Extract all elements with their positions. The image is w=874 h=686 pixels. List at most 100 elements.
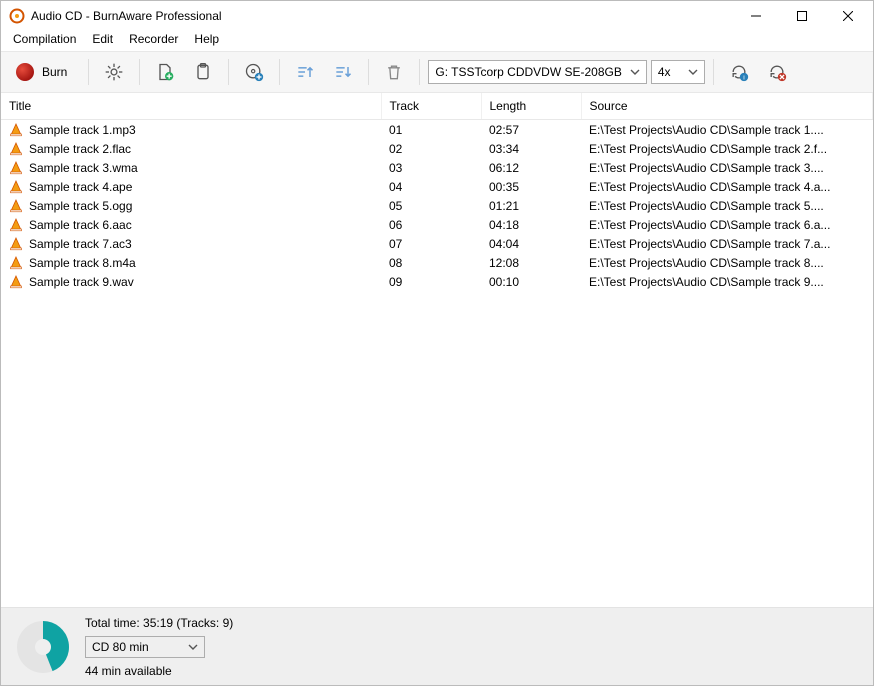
- table-row[interactable]: Sample track 6.aac 0604:18E:\Test Project…: [1, 215, 873, 234]
- track-number: 03: [381, 158, 481, 177]
- table-row[interactable]: Sample track 4.ape 0400:35E:\Test Project…: [1, 177, 873, 196]
- track-title: Sample track 4.ape: [29, 180, 132, 194]
- sort-down-icon: [333, 62, 353, 82]
- menu-compilation[interactable]: Compilation: [5, 30, 84, 48]
- audio-file-icon: [9, 123, 23, 137]
- audio-file-icon: [9, 275, 23, 289]
- track-length: 00:35: [481, 177, 581, 196]
- status-footer: Total time: 35:19 (Tracks: 9) CD 80 min …: [1, 607, 873, 685]
- chevron-down-icon: [188, 642, 198, 652]
- track-number: 04: [381, 177, 481, 196]
- track-source: E:\Test Projects\Audio CD\Sample track 3…: [581, 158, 873, 177]
- track-title: Sample track 3.wma: [29, 161, 138, 175]
- burn-label: Burn: [42, 65, 67, 79]
- media-label: CD 80 min: [92, 640, 149, 654]
- audio-file-icon: [9, 142, 23, 156]
- gear-icon: [104, 62, 124, 82]
- track-number: 09: [381, 272, 481, 291]
- track-length: 02:57: [481, 120, 581, 140]
- burn-icon: [16, 63, 34, 81]
- col-title[interactable]: Title: [1, 93, 381, 120]
- media-select[interactable]: CD 80 min: [85, 636, 205, 658]
- table-row[interactable]: Sample track 5.ogg 0501:21E:\Test Project…: [1, 196, 873, 215]
- track-number: 05: [381, 196, 481, 215]
- track-number: 06: [381, 215, 481, 234]
- track-number: 02: [381, 139, 481, 158]
- track-number: 08: [381, 253, 481, 272]
- paste-button[interactable]: [186, 57, 220, 87]
- table-row[interactable]: Sample track 9.wav0900:10E:\Test Project…: [1, 272, 873, 291]
- refresh-info-icon: i: [729, 62, 749, 82]
- total-time-label: Total time: 35:19 (Tracks: 9): [85, 616, 233, 630]
- track-source: E:\Test Projects\Audio CD\Sample track 9…: [581, 272, 873, 291]
- table-row[interactable]: Sample track 8.m4a 0812:08E:\Test Project…: [1, 253, 873, 272]
- audio-file-icon: [9, 256, 23, 270]
- table-row[interactable]: Sample track 1.mp30102:57E:\Test Project…: [1, 120, 873, 140]
- track-length: 03:34: [481, 139, 581, 158]
- track-title: Sample track 6.aac: [29, 218, 132, 232]
- table-header-row: Title Track Length Source: [1, 93, 873, 120]
- track-length: 04:04: [481, 234, 581, 253]
- window-title: Audio CD - BurnAware Professional: [31, 9, 222, 23]
- track-title: Sample track 7.ac3: [29, 237, 132, 251]
- menu-help[interactable]: Help: [186, 30, 227, 48]
- toolbar: Burn G: TSSTcorp CDDVDW SE-208GB: [1, 51, 873, 93]
- col-length[interactable]: Length: [481, 93, 581, 120]
- audio-file-icon: [9, 180, 23, 194]
- track-source: E:\Test Projects\Audio CD\Sample track 5…: [581, 196, 873, 215]
- menu-edit[interactable]: Edit: [84, 30, 121, 48]
- track-length: 06:12: [481, 158, 581, 177]
- trash-icon: [384, 62, 404, 82]
- disc-plus-icon: [244, 62, 264, 82]
- table-row[interactable]: Sample track 2.flac 0203:34E:\Test Projec…: [1, 139, 873, 158]
- refresh-drive-button[interactable]: i: [722, 57, 756, 87]
- track-length: 04:18: [481, 215, 581, 234]
- track-title: Sample track 5.ogg: [29, 199, 132, 213]
- col-source[interactable]: Source: [581, 93, 873, 120]
- app-icon: [9, 8, 25, 24]
- track-source: E:\Test Projects\Audio CD\Sample track 8…: [581, 253, 873, 272]
- audio-file-icon: [9, 199, 23, 213]
- track-source: E:\Test Projects\Audio CD\Sample track 2…: [581, 139, 873, 158]
- menubar: Compilation Edit Recorder Help: [1, 31, 873, 51]
- track-source: E:\Test Projects\Audio CD\Sample track 7…: [581, 234, 873, 253]
- menu-recorder[interactable]: Recorder: [121, 30, 186, 48]
- app-window: Audio CD - BurnAware Professional Compil…: [0, 0, 874, 686]
- table-row[interactable]: Sample track 7.ac3 0704:04E:\Test Project…: [1, 234, 873, 253]
- track-source: E:\Test Projects\Audio CD\Sample track 6…: [581, 215, 873, 234]
- sort-up-icon: [295, 62, 315, 82]
- chevron-down-icon: [630, 67, 640, 77]
- refresh-erase-icon: [767, 62, 787, 82]
- table-row[interactable]: Sample track 3.wma 0306:12E:\Test Project…: [1, 158, 873, 177]
- minimize-button[interactable]: [733, 1, 779, 31]
- add-file-button[interactable]: [148, 57, 182, 87]
- burn-button[interactable]: Burn: [9, 57, 80, 87]
- erase-disc-button[interactable]: [760, 57, 794, 87]
- move-up-button[interactable]: [288, 57, 322, 87]
- track-length: 12:08: [481, 253, 581, 272]
- maximize-button[interactable]: [779, 1, 825, 31]
- drive-label: G: TSSTcorp CDDVDW SE-208GB: [435, 65, 622, 79]
- track-length: 01:21: [481, 196, 581, 215]
- track-title: Sample track 2.flac: [29, 142, 131, 156]
- available-label: 44 min available: [85, 664, 233, 678]
- speed-select[interactable]: 4x: [651, 60, 705, 84]
- move-down-button[interactable]: [326, 57, 360, 87]
- delete-button[interactable]: [377, 57, 411, 87]
- track-title: Sample track 8.m4a: [29, 256, 136, 270]
- audio-file-icon: [9, 218, 23, 232]
- track-list[interactable]: Title Track Length Source Sample track 1…: [1, 93, 873, 607]
- close-button[interactable]: [825, 1, 871, 31]
- chevron-down-icon: [688, 67, 698, 77]
- audio-file-icon: [9, 161, 23, 175]
- options-button[interactable]: [97, 57, 131, 87]
- col-track[interactable]: Track: [381, 93, 481, 120]
- track-title: Sample track 1.mp3: [29, 123, 136, 137]
- drive-select[interactable]: G: TSSTcorp CDDVDW SE-208GB: [428, 60, 647, 84]
- track-source: E:\Test Projects\Audio CD\Sample track 4…: [581, 177, 873, 196]
- speed-label: 4x: [658, 65, 671, 79]
- track-source: E:\Test Projects\Audio CD\Sample track 1…: [581, 120, 873, 140]
- track-number: 07: [381, 234, 481, 253]
- add-track-button[interactable]: [237, 57, 271, 87]
- audio-file-icon: [9, 237, 23, 251]
